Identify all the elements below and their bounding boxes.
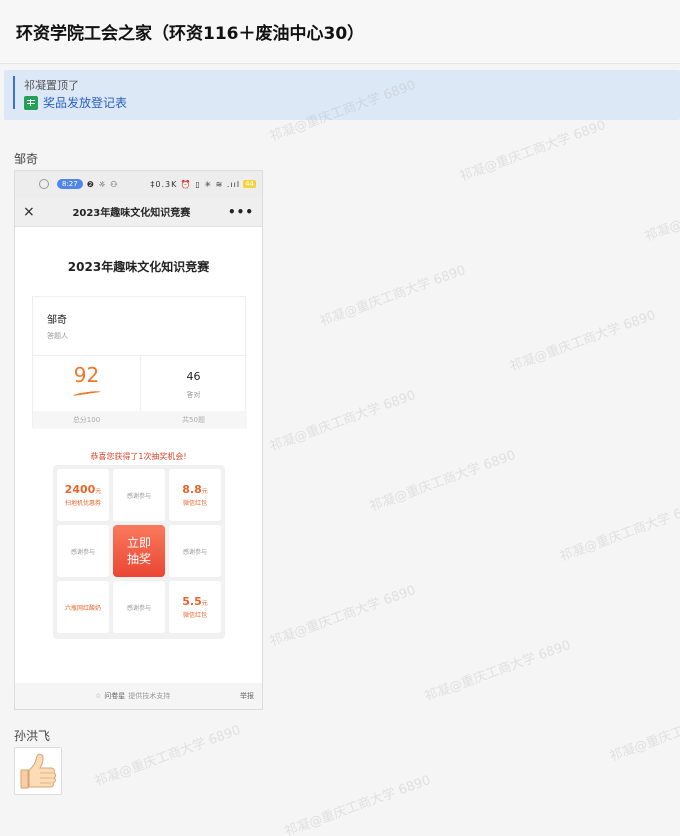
watermark: 祁凝@重庆工商大学 6890: [282, 772, 433, 836]
more-icon: •••: [227, 204, 254, 219]
prize-thanks: 感谢参与: [182, 548, 207, 556]
prize-desc: 微信红包: [182, 612, 207, 619]
pinned-sheet-link[interactable]: 奖品发放登记表: [24, 94, 127, 111]
prize-amount: 5.5: [182, 595, 202, 608]
message-sender[interactable]: 孙洪飞: [14, 727, 50, 744]
lottery-congrats: 恭喜您获得了1次抽奖机会!: [90, 452, 187, 461]
close-icon: ×: [23, 203, 35, 220]
prize-desc: 微信红包: [182, 500, 207, 507]
star-icon: ☆: [95, 692, 102, 700]
footer-brand: ☆ 问卷星 提供技术支持: [95, 691, 170, 701]
prize-cell: 感谢参与: [113, 469, 165, 521]
prize-cell: 8.8元 微信红包: [169, 469, 221, 521]
respondent-role: 答题人: [47, 332, 68, 340]
status-right-icons: ‡0.3K ⏰ ▯ ✳ ≋ .ııl: [150, 179, 241, 189]
status-time: 8:27: [57, 179, 83, 189]
prize-unit: 元: [201, 488, 208, 495]
sticker-message[interactable]: [14, 747, 62, 795]
prize-cell: 六瓶网红酸奶: [57, 581, 109, 633]
score-value: 92: [73, 363, 100, 387]
prize-thanks: 感谢参与: [126, 492, 151, 500]
prize-cell: 感谢参与: [57, 525, 109, 577]
chat-header: 环资学院工会之家（环资116＋废油中心30）: [0, 0, 680, 64]
quiz-title: 2023年趣味文化知识竞赛: [67, 260, 210, 274]
prize-unit: 元: [95, 488, 102, 495]
watermark: 祁凝@重庆工商大学 6890: [642, 178, 680, 245]
pinned-sheet-label: 奖品发放登记表: [43, 96, 128, 110]
lottery-grid: 2400元 扫地机优惠券 感谢参与 8.8元 微信红包 感谢参与 立即 抽奖 感…: [53, 465, 225, 639]
correct-count: 46: [186, 370, 201, 383]
respondent-name: 邹奇: [47, 315, 67, 326]
group-title: 环资学院工会之家（环资116＋废油中心30）: [16, 24, 365, 44]
question-count-label: 共50题: [182, 416, 205, 424]
prize-cell: 感谢参与: [113, 581, 165, 633]
pin-accent-bar: [13, 76, 15, 109]
watermark: 祁凝@重庆工商大学 6890: [367, 447, 518, 515]
watermark: 祁凝@重庆工商大学 6890: [607, 698, 680, 765]
spreadsheet-icon: [24, 95, 38, 110]
prize-unit: 元: [201, 600, 208, 607]
status-left-icons: ❷ ☼ ⚇: [86, 179, 119, 189]
watermark: 祁凝@重庆工商大学 6890: [92, 722, 243, 790]
support-text: 提供技术支持: [128, 692, 171, 700]
message-sender[interactable]: 邹奇: [14, 150, 38, 167]
circle-icon: [39, 179, 49, 189]
prize-thanks: 感谢参与: [126, 604, 151, 612]
watermark: 祁凝@重庆工商大学 6890: [557, 497, 680, 565]
phone-nav-bar: × 2023年趣味文化知识竞赛 •••: [15, 197, 262, 227]
thumbs-up-icon: [20, 753, 56, 789]
prize-cell: 2400元 扫地机优惠券: [57, 469, 109, 521]
watermark: 祁凝@重庆工商大学 6890: [507, 307, 658, 375]
prize-desc: 扫地机优惠券: [64, 500, 101, 507]
pinned-message-bar[interactable]: 祁凝置顶了 奖品发放登记表: [4, 70, 680, 120]
prize-cell: 感谢参与: [169, 525, 221, 577]
prize-amount: 2400: [64, 483, 96, 496]
pinned-by-text: 祁凝置顶了: [24, 79, 79, 92]
phone-footer: ☆ 问卷星 提供技术支持 举报: [15, 683, 262, 709]
draw-button[interactable]: 立即 抽奖: [113, 525, 165, 577]
report-link: 举报: [240, 692, 254, 700]
watermark: 祁凝@重庆工商大学 6890: [267, 582, 418, 650]
prize-cell: 5.5元 微信红包: [169, 581, 221, 633]
prize-desc: 六瓶网红酸奶: [64, 604, 101, 612]
nav-title: 2023年趣味文化知识竞赛: [72, 208, 191, 219]
score-underline: [72, 390, 102, 398]
prize-thanks: 感谢参与: [70, 548, 95, 556]
brand-name: 问卷星: [104, 692, 126, 700]
correct-label: 答对: [186, 391, 201, 399]
prize-amount: 8.8: [182, 483, 202, 496]
watermark: 祁凝@重庆工商大学 6890: [422, 637, 573, 705]
watermark: 祁凝@重庆工商大学 6890: [457, 117, 608, 185]
message-image-screenshot[interactable]: 8:27 ❷ ☼ ⚇ ‡0.3K ⏰ ▯ ✳ ≋ .ııl 44 × 2023年…: [14, 170, 263, 710]
draw-button-label: 立即 抽奖: [126, 536, 151, 566]
score-card: 邹奇 答题人 92 46 答对 总分100 共50题: [32, 296, 247, 429]
watermark: 祁凝@重庆工商大学 6890: [317, 262, 468, 330]
phone-status-bar: 8:27 ❷ ☼ ⚇ ‡0.3K ⏰ ▯ ✳ ≋ .ııl 44: [15, 171, 262, 197]
battery-icon: 44: [243, 180, 256, 188]
watermark: 祁凝@重庆工商大学 6890: [267, 387, 418, 455]
total-score-label: 总分100: [72, 416, 101, 424]
